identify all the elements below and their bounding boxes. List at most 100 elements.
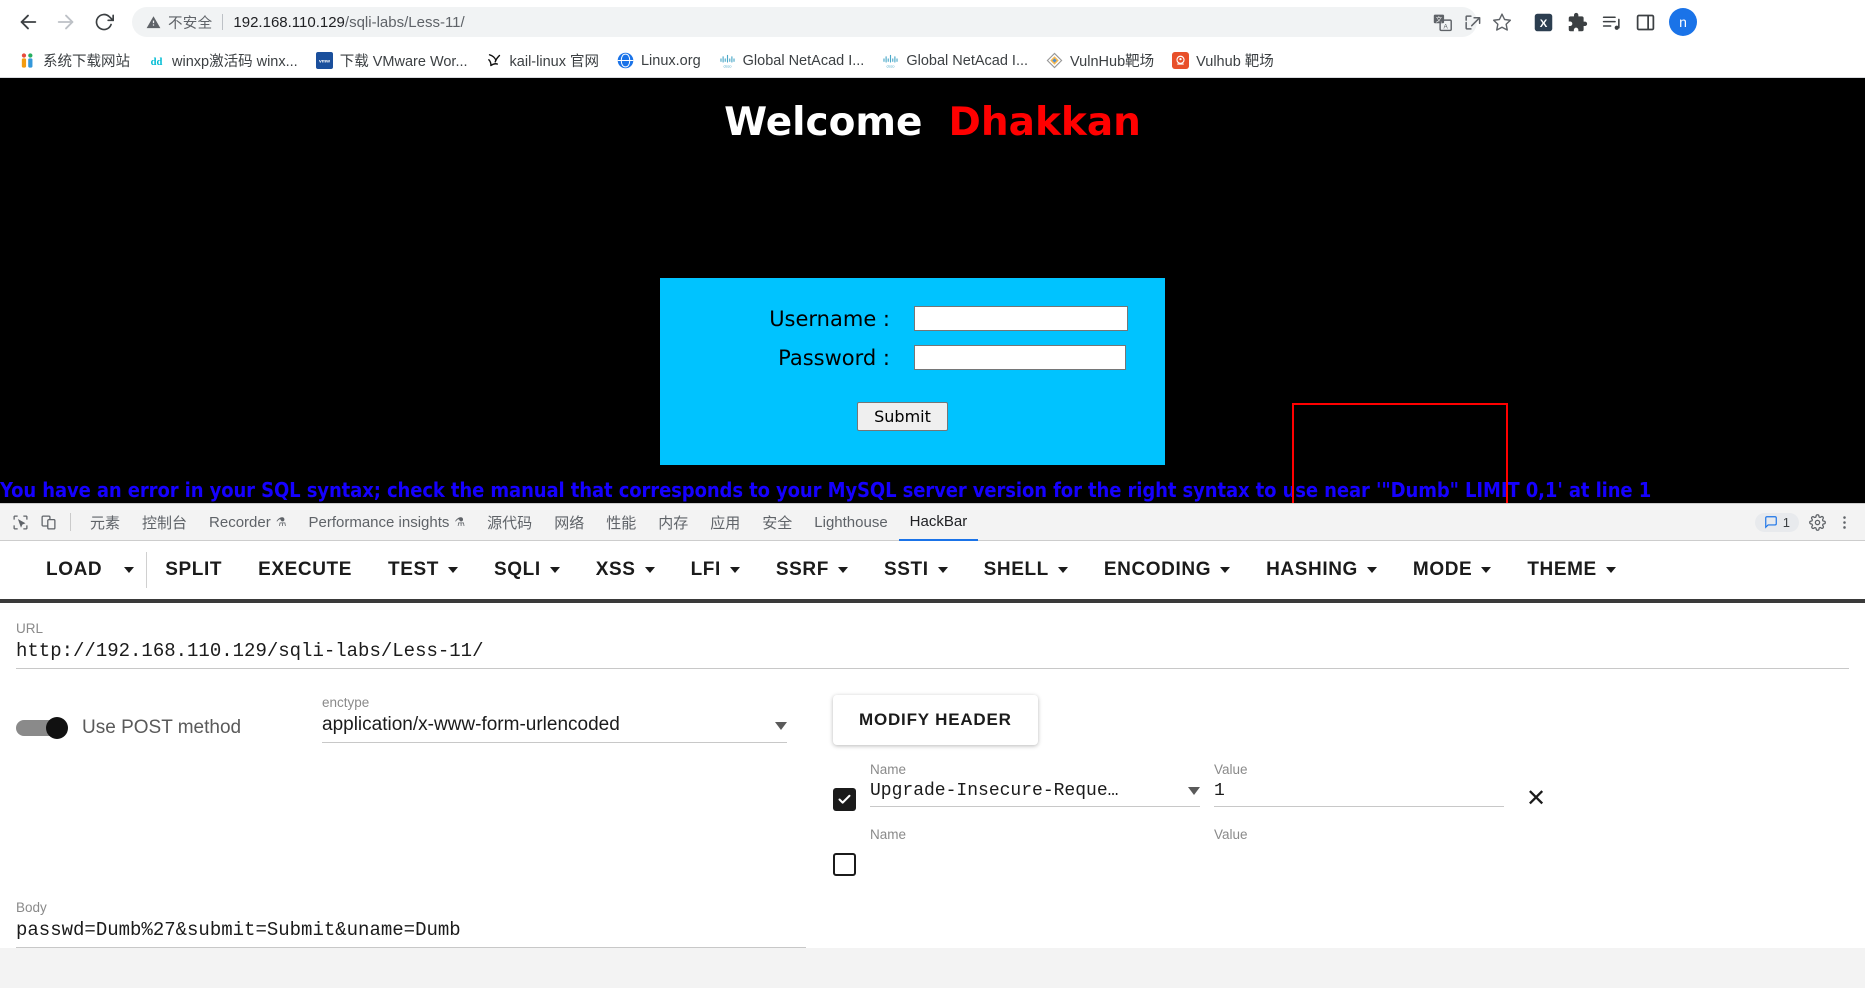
devtools-tab-bar: 元素 控制台 Recorder ⚗ Performance insights ⚗ 源…: [0, 504, 1865, 541]
tab-security[interactable]: 安全: [751, 504, 803, 541]
hackbar-sqli-menu[interactable]: SQLI: [476, 559, 578, 581]
hackbar-mode-menu[interactable]: MODE: [1395, 559, 1509, 581]
body-input[interactable]: passwd=Dumb%27&submit=Submit&uname=Dumb: [16, 919, 806, 948]
x-extension-icon[interactable]: X: [1529, 8, 1557, 36]
use-post-method-toggle[interactable]: [16, 717, 68, 739]
bookmark-item[interactable]: vmw 下载 VMware Wor...: [307, 47, 477, 74]
header-name-label: Name: [870, 762, 907, 777]
tab-performance-insights[interactable]: Performance insights ⚗: [298, 504, 477, 541]
url-field-label: URL: [16, 621, 44, 636]
tab-label: 应用: [710, 514, 741, 532]
header-value-input[interactable]: 1: [1214, 781, 1504, 807]
remove-header-icon[interactable]: ✕: [1526, 784, 1546, 813]
tab-label: Lighthouse: [814, 513, 888, 531]
headers-list: Name Upgrade-Insecure-Reque… Value 1 ✕ N…: [833, 762, 1849, 876]
reload-icon[interactable]: [86, 4, 122, 40]
bookmark-item[interactable]: cisco Global NetAcad I...: [873, 49, 1037, 72]
hackbar-load-dropdown[interactable]: [120, 567, 146, 573]
svg-text:cisco: cisco: [723, 65, 731, 69]
extensions-puzzle-icon[interactable]: [1563, 8, 1591, 36]
address-bar[interactable]: 不安全 192.168.110.129/sqli-labs/Less-11/: [132, 7, 1477, 37]
profile-avatar[interactable]: n: [1669, 8, 1697, 36]
hackbar-test-menu[interactable]: TEST: [370, 559, 476, 581]
hackbar-shell-menu[interactable]: SHELL: [966, 559, 1086, 581]
tab-network[interactable]: 网络: [543, 504, 595, 541]
enctype-select[interactable]: application/x-www-form-urlencoded: [322, 714, 787, 743]
modify-header-button[interactable]: MODIFY HEADER: [833, 695, 1038, 745]
hackbar-ssti-menu[interactable]: SSTI: [866, 559, 966, 581]
tab-hackbar[interactable]: HackBar: [898, 504, 979, 541]
welcome-name: Dhakkan: [948, 100, 1141, 145]
security-status-label: 不安全: [168, 15, 213, 32]
bookmark-label: Global NetAcad I...: [742, 52, 865, 69]
people-icon: [19, 52, 36, 69]
tab-elements[interactable]: 元素: [79, 504, 131, 541]
gear-icon[interactable]: [1809, 513, 1826, 531]
chevron-down-icon: [1057, 567, 1068, 573]
tab-label: 内存: [658, 514, 689, 532]
tab-console[interactable]: 控制台: [131, 504, 198, 541]
warning-triangle-icon: [146, 15, 161, 30]
hackbar-hashing-menu[interactable]: HASHING: [1248, 559, 1395, 581]
hackbar-encoding-menu[interactable]: ENCODING: [1086, 559, 1248, 581]
browser-chrome: 不安全 192.168.110.129/sqli-labs/Less-11/ 文…: [0, 0, 1865, 78]
message-count-badge[interactable]: 1: [1754, 512, 1799, 532]
username-input[interactable]: [914, 306, 1128, 331]
hackbar-xss-menu[interactable]: XSS: [578, 559, 673, 581]
hackbar-execute-button[interactable]: EXECUTE: [240, 559, 370, 581]
bookmark-item[interactable]: dd winxp激活码 winx...: [139, 47, 307, 74]
share-icon[interactable]: [1457, 7, 1487, 37]
header-enabled-checkbox[interactable]: [833, 788, 856, 811]
tab-performance[interactable]: 性能: [595, 504, 647, 541]
hackbar-ssrf-menu[interactable]: SSRF: [758, 559, 866, 581]
enctype-label: enctype: [322, 695, 370, 710]
bookmark-item[interactable]: Linux.org: [608, 49, 710, 72]
header-enabled-checkbox[interactable]: [833, 853, 856, 876]
bookmark-item[interactable]: VulnHub靶场: [1037, 47, 1163, 74]
bookmark-star-icon[interactable]: [1487, 7, 1517, 37]
header-value-label: Value: [1214, 762, 1248, 777]
forward-arrow-icon[interactable]: [48, 4, 84, 40]
url-input[interactable]: http://192.168.110.129/sqli-labs/Less-11…: [16, 640, 1849, 669]
headers-column: MODIFY HEADER Name Upgrade-Insecure-Requ…: [833, 695, 1849, 876]
tab-label: 控制台: [142, 514, 188, 532]
hackbar-toolbar: LOAD SPLIT EXECUTE TEST SQLI XSS LFI SSR…: [0, 541, 1865, 603]
tab-application[interactable]: 应用: [699, 504, 751, 541]
chevron-down-icon: [1481, 567, 1492, 573]
globe-icon: [617, 52, 634, 69]
tab-sources[interactable]: 源代码: [476, 504, 543, 541]
header-name-select[interactable]: Upgrade-Insecure-Reque…: [870, 781, 1200, 807]
back-arrow-icon[interactable]: [10, 4, 46, 40]
device-toolbar-icon[interactable]: [34, 509, 62, 535]
bookmark-item[interactable]: Vulhub 靶场: [1163, 47, 1283, 74]
translate-icon[interactable]: 文A: [1427, 7, 1457, 37]
svg-text:文: 文: [1435, 14, 1442, 23]
button-label: LFI: [690, 559, 721, 580]
tab-memory[interactable]: 内存: [647, 504, 699, 541]
bookmark-label: 下载 VMware Wor...: [339, 54, 468, 70]
welcome-word: Welcome: [724, 100, 923, 145]
kebab-menu-icon[interactable]: [1836, 514, 1853, 531]
tab-label: 源代码: [487, 514, 533, 532]
hackbar-load-button[interactable]: LOAD: [28, 559, 120, 581]
password-input[interactable]: [914, 345, 1126, 370]
submit-button[interactable]: Submit: [857, 402, 948, 431]
cisco-icon: cisco: [719, 52, 736, 69]
inspect-element-icon[interactable]: [6, 509, 34, 535]
url-field-block: URL http://192.168.110.129/sqli-labs/Les…: [16, 621, 1849, 669]
bookmark-item[interactable]: cisco Global NetAcad I...: [710, 49, 874, 72]
bookmark-label: Global NetAcad I...: [906, 52, 1029, 69]
bookmark-item[interactable]: kail-linux 官网: [477, 47, 608, 74]
side-panel-icon[interactable]: [1631, 8, 1659, 36]
tab-lighthouse[interactable]: Lighthouse: [803, 504, 898, 541]
bookmark-item[interactable]: 系统下载网站: [10, 47, 139, 74]
svg-text:cisco: cisco: [887, 65, 895, 69]
hackbar-split-button[interactable]: SPLIT: [147, 559, 240, 581]
hackbar-theme-menu[interactable]: THEME: [1509, 559, 1634, 581]
header-value-block: Value 1: [1214, 762, 1504, 807]
tab-recorder[interactable]: Recorder ⚗: [198, 504, 297, 541]
header-name-block: Name: [870, 827, 1200, 846]
chevron-down-icon: [549, 567, 560, 573]
media-playlist-icon[interactable]: [1597, 8, 1625, 36]
hackbar-lfi-menu[interactable]: LFI: [673, 559, 758, 581]
